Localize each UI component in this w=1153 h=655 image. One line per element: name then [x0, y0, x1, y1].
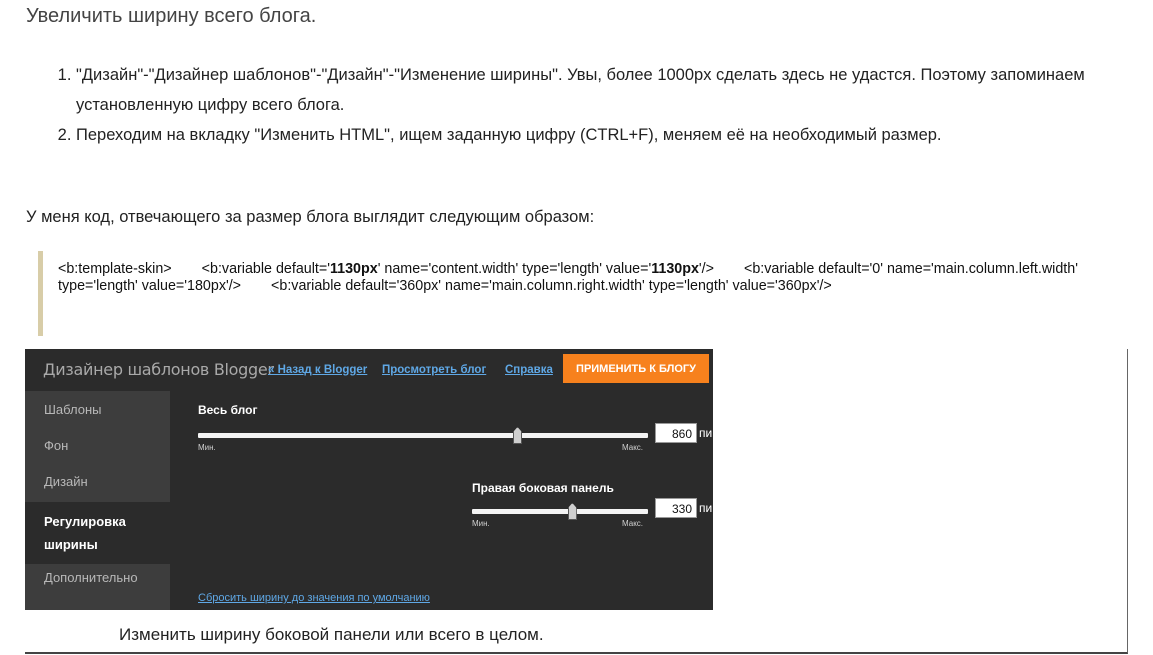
code-bold-value: 1130px	[651, 261, 699, 277]
blog-width-max-label: Макс.	[622, 443, 644, 452]
blog-width-unit: пи	[699, 426, 713, 440]
step-item-1: "Дизайн"-"Дизайнер шаблонов"-"Дизайн"-"И…	[76, 60, 1153, 120]
code-part: <b:template-skin>	[58, 261, 172, 277]
designer-topbar: Дизайнер шаблонов Blogger « Назад к Blog…	[25, 349, 713, 391]
code-bold-value: 1130px	[329, 261, 378, 277]
sidebar-item-advanced[interactable]: Дополнительно	[44, 570, 138, 585]
back-to-blogger-link[interactable]: « Назад к Blogger	[268, 364, 367, 376]
blog-width-slider-thumb[interactable]	[513, 427, 522, 444]
code-part: ' name='content.width' type='length' val…	[377, 261, 652, 277]
blog-width-slider-track[interactable]	[198, 433, 648, 438]
code-part: <b:variable default='	[201, 261, 330, 277]
reset-widths-link[interactable]: Сбросить ширину до значения по умолчанию	[198, 592, 430, 604]
right-sidebar-min-label: Мин.	[472, 519, 490, 528]
code-part: <b:variable default='360px' name='main.c…	[271, 278, 832, 294]
code-intro-text: У меня код, отвечающего за размер блога …	[26, 208, 595, 226]
designer-title: Дизайнер шаблонов Blogger	[43, 360, 274, 379]
blog-width-input[interactable]	[655, 423, 697, 443]
sidebar-item-adjust-widths[interactable]: Регулировка ширины	[25, 502, 170, 564]
right-sidebar-width-input[interactable]	[655, 498, 697, 518]
help-link[interactable]: Справка	[505, 364, 553, 376]
template-designer-window: Дизайнер шаблонов Blogger « Назад к Blog…	[25, 349, 713, 610]
designer-main-panel: Весь блог Мин. Макс. пи Правая боковая п…	[170, 391, 713, 610]
code-blockquote: <b:template-skin> <b:variable default='11…	[38, 251, 1098, 336]
blog-width-min-label: Мин.	[198, 443, 216, 452]
sidebar-item-templates[interactable]: Шаблоны	[44, 402, 102, 417]
right-sidebar-unit: пи	[699, 501, 713, 515]
step-item-2: Переходим на вкладку "Изменить HTML", ищ…	[76, 120, 1153, 150]
right-sidebar-label: Правая боковая панель	[472, 481, 614, 495]
sidebar-item-label: Регулировка ширины	[44, 514, 126, 552]
apply-to-blog-button[interactable]: ПРИМЕНИТЬ К БЛОГУ	[563, 354, 709, 383]
page-heading: Увеличить ширину всего блога.	[26, 5, 317, 27]
right-sidebar-max-label: Макс.	[622, 519, 644, 528]
right-sidebar-slider-track[interactable]	[472, 509, 648, 514]
blog-width-label: Весь блог	[198, 403, 258, 417]
code-part: '/>	[698, 261, 714, 277]
figure-caption: Изменить ширину боковой панели или всего…	[119, 625, 544, 644]
view-blog-link[interactable]: Просмотреть блог	[382, 364, 486, 376]
steps-list: "Дизайн"-"Дизайнер шаблонов"-"Дизайн"-"И…	[52, 60, 1153, 150]
sidebar-item-layout[interactable]: Дизайн	[44, 474, 88, 489]
screenshot-figure: Дизайнер шаблонов Blogger « Назад к Blog…	[25, 349, 1128, 654]
designer-sidebar: Шаблоны Фон Дизайн Регулировка ширины До…	[25, 391, 170, 610]
right-sidebar-slider-thumb[interactable]	[567, 503, 577, 520]
sidebar-item-background[interactable]: Фон	[44, 438, 68, 453]
